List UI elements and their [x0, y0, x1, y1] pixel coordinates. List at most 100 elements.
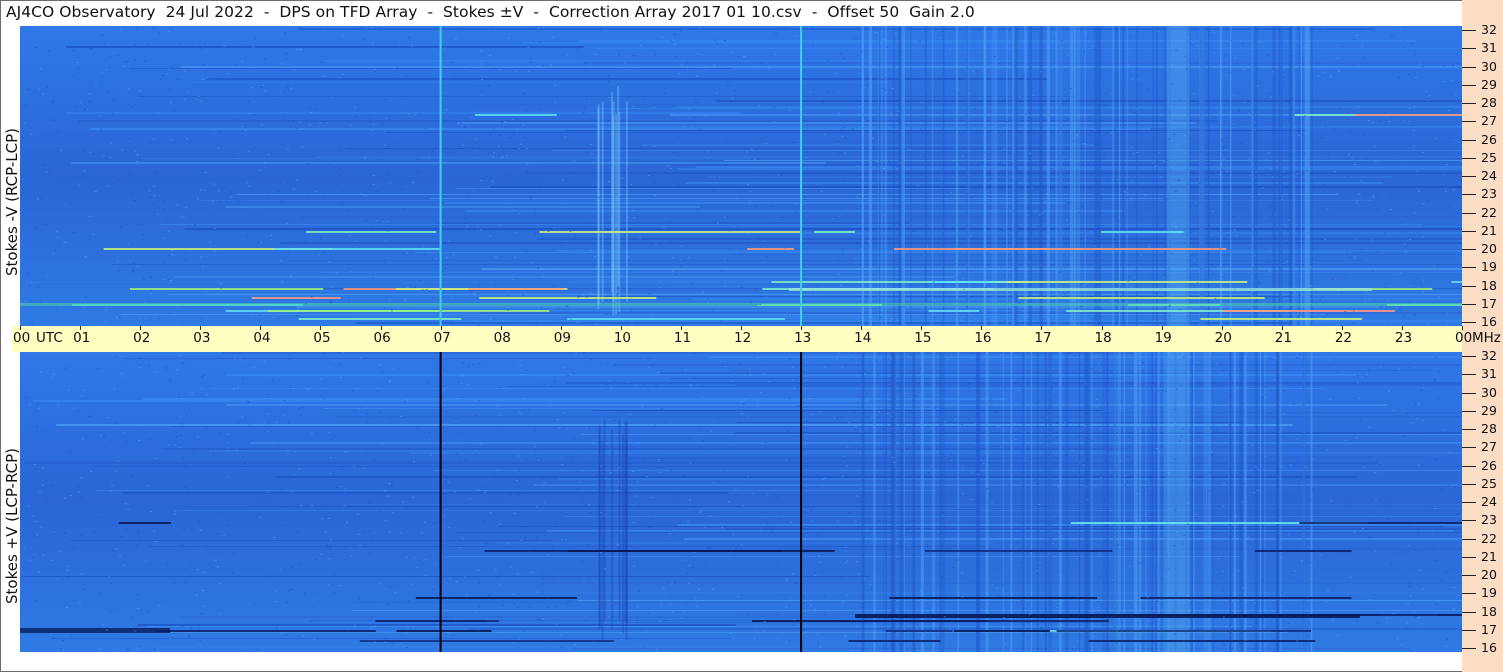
- time-tick-mark: [1161, 326, 1163, 330]
- chart-title: AJ4CO Observatory 24 Jul 2022 - DPS on T…: [6, 3, 975, 21]
- time-tick-label: 00: [13, 330, 31, 346]
- freq-tick-mark: [1462, 447, 1476, 448]
- time-tick-label: 23: [1394, 330, 1413, 346]
- freq-tick-label: 16: [1481, 314, 1497, 329]
- freq-tick-mark: [1462, 286, 1476, 287]
- freq-tick-label: 17: [1481, 296, 1497, 311]
- freq-tick-label: 32: [1481, 22, 1497, 37]
- freq-tick-label: 27: [1481, 113, 1497, 128]
- time-tick-mark: [620, 326, 622, 330]
- freq-tick-label: 25: [1481, 476, 1497, 491]
- marker-line-top: [439, 26, 442, 326]
- spectrogram-bottom-svg: [20, 352, 1462, 652]
- freq-tick-mark: [1462, 484, 1476, 485]
- time-tick-label: 17: [1034, 330, 1052, 346]
- time-tick-label: 19: [1154, 330, 1172, 346]
- freq-tick-label: 22: [1481, 531, 1497, 546]
- freq-tick-mark: [1462, 593, 1476, 594]
- time-tick-label: 21: [1274, 330, 1292, 346]
- time-tick-mark: [741, 326, 742, 330]
- freq-tick-mark: [1462, 267, 1476, 268]
- time-unit-label: UTC: [36, 330, 63, 346]
- freq-tick-label: 24: [1481, 494, 1497, 509]
- freq-tick-label: 26: [1481, 132, 1497, 147]
- freq-tick-mark: [1462, 520, 1476, 521]
- freq-tick-label: 30: [1481, 385, 1497, 400]
- freq-tick-label: 16: [1481, 640, 1497, 655]
- freq-tick-label: 24: [1481, 168, 1497, 183]
- freq-tick-label: 18: [1481, 278, 1497, 293]
- freq-tick-label: 20: [1481, 241, 1497, 256]
- freq-tick-label: 21: [1481, 223, 1497, 238]
- freq-tick-mark: [1462, 356, 1476, 357]
- marker-line-bottom: [439, 352, 442, 652]
- freq-tick-mark: [1462, 322, 1476, 323]
- freq-tick-mark: [1462, 374, 1476, 375]
- freq-tick-mark: [1462, 429, 1476, 430]
- freq-tick-label: 21: [1481, 549, 1497, 564]
- time-tick-mark: [320, 326, 322, 330]
- freq-tick-mark: [1462, 48, 1476, 49]
- freq-tick-mark: [1462, 213, 1476, 214]
- freq-tick-mark: [1462, 194, 1476, 195]
- time-tick-label: 14: [854, 330, 872, 346]
- time-tick-label: 04: [253, 330, 271, 346]
- time-tick-label: 12: [734, 330, 752, 346]
- time-tick-mark: [560, 326, 562, 330]
- freq-tick-mark: [1462, 176, 1476, 177]
- freq-tick-label: 25: [1481, 150, 1497, 165]
- freq-tick-mark: [1462, 648, 1476, 649]
- panel-label-bottom: Stokes +V (LCP-RCP): [3, 448, 21, 604]
- freq-tick-label: 23: [1481, 512, 1497, 527]
- freq-tick-label: 28: [1481, 95, 1497, 110]
- time-tick-label: 02: [133, 330, 151, 346]
- freq-tick-mark: [1462, 411, 1476, 412]
- time-tick-mark: [1221, 326, 1223, 330]
- freq-tick-label: 29: [1481, 77, 1497, 92]
- time-tick-mark: [921, 326, 923, 330]
- freq-tick-mark: [1462, 231, 1476, 232]
- freq-tick-mark: [1462, 140, 1476, 141]
- spectrogram-top-svg: [20, 26, 1462, 326]
- time-tick-mark: [1341, 326, 1343, 330]
- time-tick-mark: [200, 326, 202, 330]
- freq-tick-mark: [1462, 630, 1476, 631]
- time-tick-mark: [380, 326, 382, 330]
- time-tick-mark: [1462, 326, 1463, 330]
- freq-tick-mark: [1462, 30, 1476, 31]
- time-tick-label: 15: [914, 330, 932, 346]
- freq-tick-label: 31: [1481, 40, 1497, 55]
- freq-unit-label: MHz: [1472, 330, 1501, 346]
- freq-tick-label: 29: [1481, 403, 1497, 418]
- time-tick-mark: [1401, 326, 1403, 330]
- time-tick-mark: [1041, 326, 1043, 330]
- freq-tick-label: 20: [1481, 567, 1497, 582]
- time-tick-mark: [801, 326, 803, 330]
- marker-line-top: [800, 26, 803, 326]
- freq-tick-mark: [1462, 575, 1476, 576]
- spectrogram-stokes-minus-v: [20, 26, 1462, 326]
- freq-tick-mark: [1462, 249, 1476, 250]
- freq-tick-label: 17: [1481, 622, 1497, 637]
- freq-tick-mark: [1462, 304, 1476, 305]
- freq-tick-mark: [1462, 158, 1476, 159]
- time-tick-label: 16: [974, 330, 992, 346]
- freq-tick-mark: [1462, 612, 1476, 613]
- time-tick-label: 08: [493, 330, 511, 346]
- freq-tick-mark: [1462, 557, 1476, 558]
- freq-tick-mark: [1462, 393, 1476, 394]
- time-tick-label: 18: [1094, 330, 1112, 346]
- freq-tick-mark: [1462, 121, 1476, 122]
- time-tick-label: 00: [1455, 330, 1473, 346]
- freq-tick-label: 27: [1481, 439, 1497, 454]
- time-tick-mark: [20, 326, 21, 330]
- time-tick-label: 07: [433, 330, 451, 346]
- time-tick-mark: [440, 326, 442, 330]
- freq-tick-label: 31: [1481, 366, 1497, 381]
- spectrogram-stokes-plus-v: [20, 352, 1462, 652]
- spectrogram-texture: [20, 352, 1462, 652]
- freq-tick-mark: [1462, 466, 1476, 467]
- spectrogram-texture: [20, 26, 1462, 326]
- time-tick-label: 03: [193, 330, 211, 346]
- time-tick-mark: [981, 326, 983, 330]
